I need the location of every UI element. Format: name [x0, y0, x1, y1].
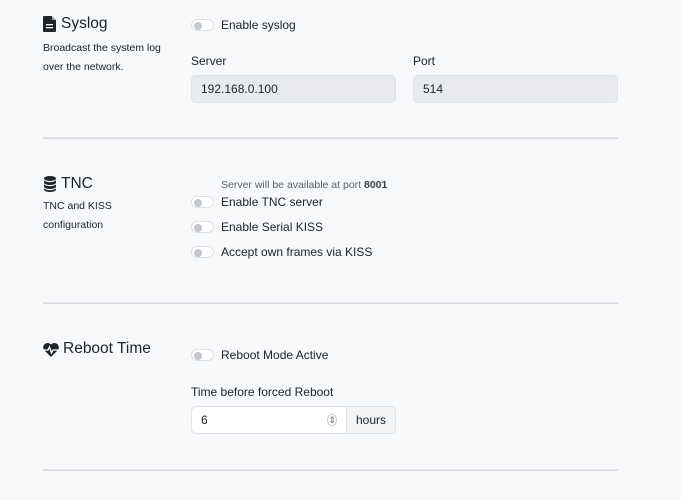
reboot-time-input[interactable]: 6 ⇕	[191, 406, 347, 434]
reboot-mode-switch[interactable]	[191, 349, 214, 361]
reboot-mode-label: Reboot Mode Active	[221, 348, 329, 362]
reboot-time-unit: hours	[347, 406, 397, 434]
reboot-title: Reboot Time	[43, 340, 151, 358]
heart-pulse-icon	[43, 342, 59, 357]
reboot-section: Reboot Time Reboot Mode Active Time befo…	[43, 0, 618, 470]
reboot-time-value: 6	[201, 413, 208, 427]
settings-page: Syslog Broadcast the system log over the…	[0, 0, 681, 500]
reboot-title-text: Reboot Time	[63, 340, 151, 357]
reboot-time-group: 6 ⇕ hours	[191, 406, 397, 434]
reboot-time-label: Time before forced Reboot	[191, 385, 334, 399]
number-spinner-icon[interactable]: ⇕	[327, 414, 337, 426]
reboot-mode-toggle-row[interactable]: Reboot Mode Active	[191, 348, 328, 362]
section-divider	[43, 469, 618, 471]
